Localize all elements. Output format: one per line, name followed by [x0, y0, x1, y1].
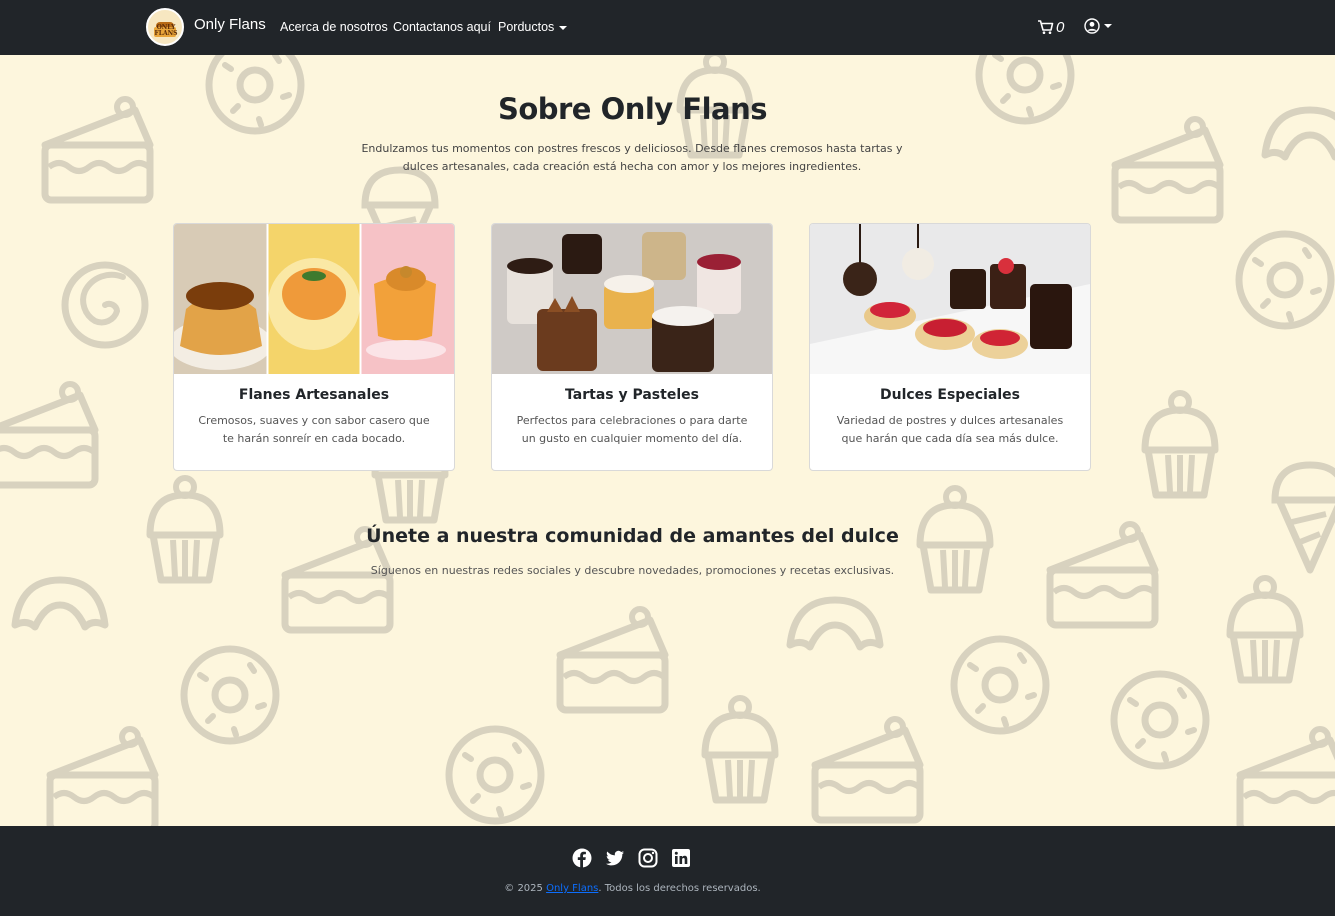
user-menu-button[interactable]: [1084, 18, 1112, 34]
caret-down-icon: [1104, 24, 1112, 28]
twitter-link[interactable]: [605, 848, 625, 868]
card-title: Dulces Especiales: [880, 387, 1020, 403]
sweets-photo: [810, 224, 1090, 374]
card-image-tartas: [492, 224, 772, 374]
linkedin-icon: [672, 849, 690, 867]
nav-link-contact[interactable]: Contactanos aquí: [393, 20, 491, 34]
copyright-prefix: © 2025: [504, 883, 547, 894]
page-title: Sobre Only Flans: [497, 92, 768, 126]
card-title: Tartas y Pasteles: [565, 387, 699, 403]
community-text: Síguenos en nuestras redes sociales y de…: [370, 564, 895, 577]
card-tartas[interactable]: Tartas y Pasteles Perfectos para celebra…: [491, 223, 773, 471]
instagram-icon: [638, 848, 658, 868]
brand-logo[interactable]: ONLY FLANS: [146, 8, 184, 46]
nav-link-about[interactable]: Acerca de nosotros: [280, 20, 388, 34]
card-text: Perfectos para celebraciones o para dart…: [516, 414, 748, 445]
card-text: Cremosos, suaves y con sabor casero que …: [198, 414, 430, 445]
card-text: Variedad de postres y dulces artesanales…: [836, 414, 1064, 445]
navbar: ONLY FLANS Only Flans Acerca de nosotros…: [0, 0, 1335, 55]
copyright-brand-link[interactable]: Only Flans: [546, 883, 598, 894]
brand-name[interactable]: Only Flans: [194, 16, 266, 33]
cakes-photo: [492, 224, 772, 374]
card-title: Flanes Artesanales: [238, 387, 390, 403]
card-dulces[interactable]: Dulces Especiales Variedad de postres y …: [809, 223, 1091, 471]
twitter-icon: [606, 850, 624, 866]
cart-icon: [1038, 20, 1054, 34]
copyright: © 2025 Only Flans. Todos los derechos re…: [0, 883, 1265, 894]
community-title: Únete a nuestra comunidad de amantes del…: [366, 525, 899, 547]
facebook-icon: [572, 848, 592, 868]
logo-text: ONLY FLANS: [154, 24, 178, 37]
linkedin-link[interactable]: [671, 848, 691, 868]
nav-dropdown-products[interactable]: Porductos: [498, 20, 568, 34]
social-links: [572, 848, 691, 868]
nav-dropdown-label: Porductos: [498, 20, 555, 34]
hero-description: Endulzamos tus momentos con postres fres…: [361, 142, 903, 173]
card-image-dulces: [810, 224, 1090, 374]
cart-button[interactable]: 0: [1037, 17, 1064, 37]
footer: © 2025 Only Flans. Todos los derechos re…: [0, 826, 1335, 916]
flan-photo: [174, 224, 454, 374]
card-image-flanes: [174, 224, 454, 374]
caret-down-icon: [559, 25, 568, 30]
facebook-link[interactable]: [572, 848, 592, 868]
copyright-suffix: . Todos los derechos reservados.: [598, 883, 761, 894]
user-circle-icon: [1084, 18, 1100, 34]
instagram-link[interactable]: [638, 848, 658, 868]
card-flanes[interactable]: Flanes Artesanales Cremosos, suaves y co…: [173, 223, 455, 471]
cart-count: 0: [1056, 18, 1065, 36]
